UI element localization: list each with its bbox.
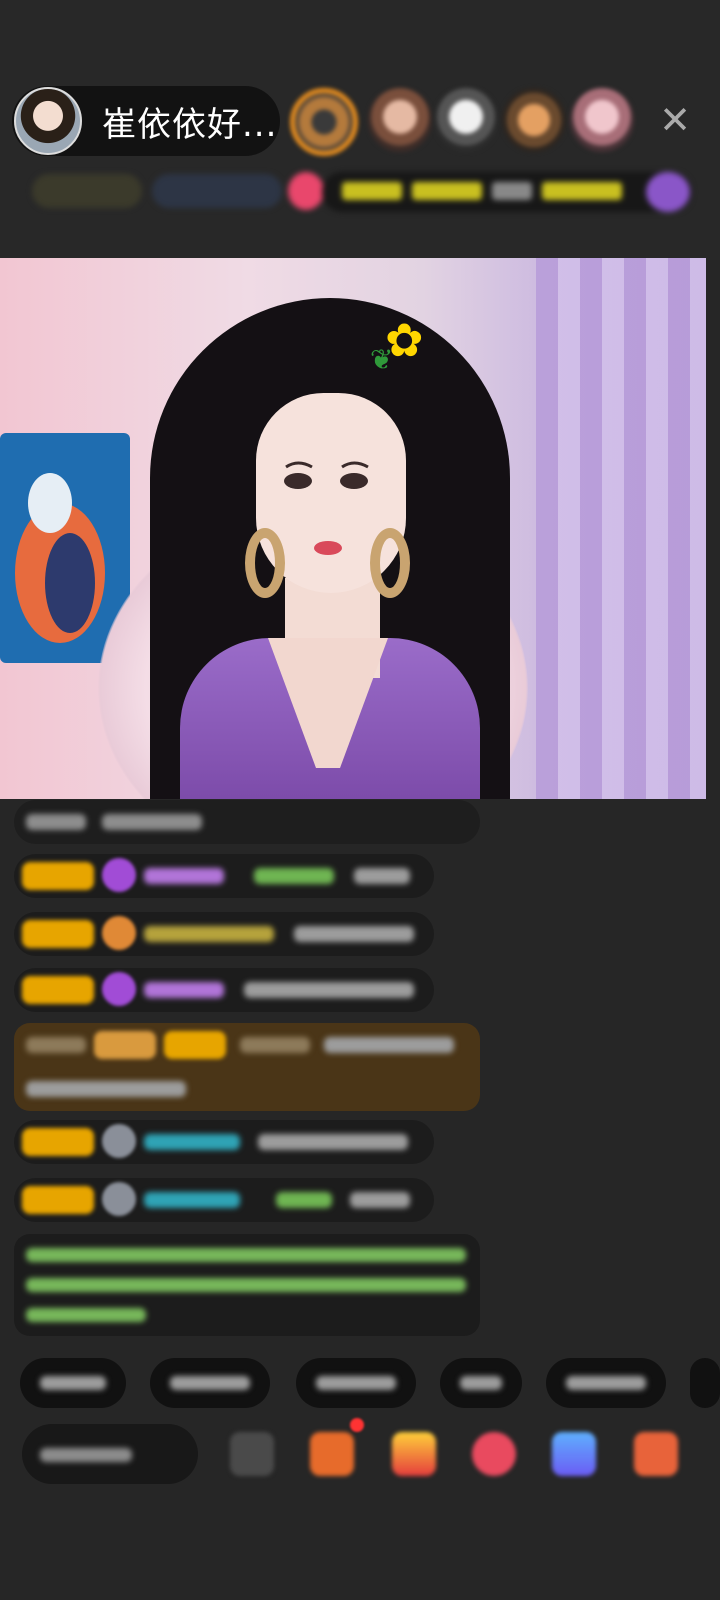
notification-dot bbox=[350, 1418, 364, 1432]
viewer-avatar-5[interactable] bbox=[570, 88, 634, 152]
hot-icon[interactable] bbox=[288, 172, 324, 210]
system-notice-message bbox=[14, 1234, 480, 1336]
curtain bbox=[536, 258, 706, 799]
heart-chat-icon[interactable] bbox=[472, 1432, 516, 1476]
left-earring bbox=[245, 528, 285, 598]
chat-message bbox=[14, 912, 434, 956]
live-stream-video[interactable]: ✿ ❦ bbox=[0, 258, 706, 799]
quick-reply-5[interactable] bbox=[546, 1358, 666, 1408]
viewer-avatar-1[interactable] bbox=[290, 88, 358, 156]
close-icon[interactable]: ✕ bbox=[652, 100, 698, 140]
user-icon bbox=[102, 1124, 136, 1158]
quick-reply-2[interactable] bbox=[150, 1358, 270, 1408]
quick-reply-6[interactable] bbox=[690, 1358, 720, 1408]
chat-message bbox=[14, 854, 434, 898]
highlight-chat-message bbox=[14, 1023, 480, 1111]
diamond-icon bbox=[102, 972, 136, 1006]
gift-bag-icon[interactable] bbox=[392, 1432, 436, 1476]
viewer-avatar-3[interactable] bbox=[434, 88, 498, 152]
gift-rank-icon[interactable] bbox=[646, 172, 690, 212]
chat-message bbox=[14, 800, 480, 844]
leaf-sticker-icon: ❦ bbox=[370, 343, 394, 376]
quick-reply-3[interactable] bbox=[296, 1358, 416, 1408]
chat-message bbox=[14, 1178, 434, 1222]
stats-row bbox=[22, 168, 702, 216]
host-avatar[interactable] bbox=[14, 87, 82, 155]
host-name: 崔依依好... bbox=[102, 104, 278, 145]
share-icon[interactable] bbox=[552, 1432, 596, 1476]
event-banner[interactable] bbox=[322, 172, 692, 212]
diamond-icon bbox=[102, 858, 136, 892]
gift-box-icon[interactable] bbox=[310, 1432, 354, 1476]
popularity-badge[interactable] bbox=[152, 174, 282, 208]
right-earring bbox=[370, 528, 410, 598]
rank-badge[interactable] bbox=[32, 174, 142, 208]
user-icon bbox=[102, 1182, 136, 1216]
quick-reply-1[interactable] bbox=[20, 1358, 126, 1408]
viewer-avatar-2[interactable] bbox=[368, 88, 432, 152]
quick-reply-4[interactable] bbox=[440, 1358, 522, 1408]
host-info-pill[interactable]: 崔依依好... bbox=[12, 86, 280, 156]
game-icon[interactable] bbox=[634, 1432, 678, 1476]
emoji-icon[interactable] bbox=[230, 1432, 274, 1476]
badge-icon bbox=[102, 916, 136, 950]
chat-message bbox=[14, 968, 434, 1012]
viewer-avatar-4[interactable] bbox=[502, 88, 566, 152]
comment-input[interactable] bbox=[22, 1424, 198, 1484]
chat-message bbox=[14, 1120, 434, 1164]
